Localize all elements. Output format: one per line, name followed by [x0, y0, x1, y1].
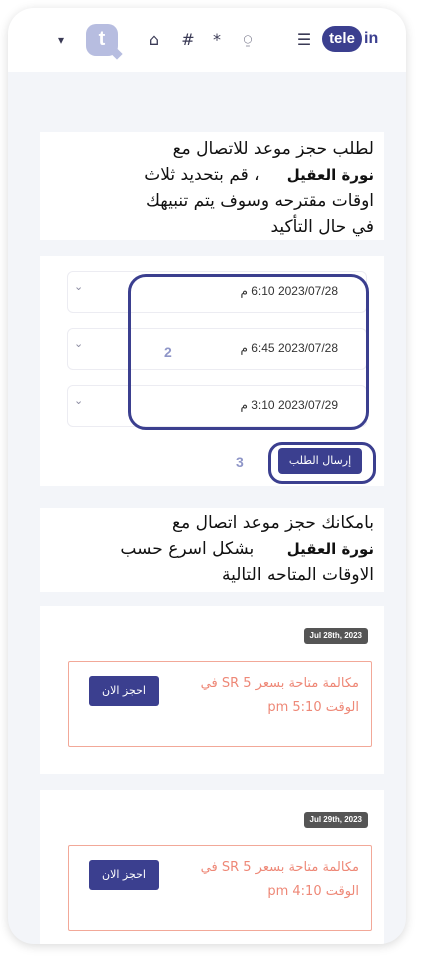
send-request-button[interactable]: إرسال الطلب [278, 448, 362, 474]
slot-price-text: مكالمة متاحة بسعر 5 SR في [200, 860, 359, 875]
menu-icon[interactable]: ☰ [294, 28, 314, 52]
avatar-letter: t [98, 28, 106, 50]
request-line-2-rest: ، قم بتحديد ثلاث [144, 165, 260, 185]
date-badge: Jul 29th, 2023 [303, 812, 368, 828]
request-info-card: لطلب حجز موعد للاتصال مع نورة العقيل ، ق… [40, 132, 384, 240]
chevron-down-icon: ⌄ [74, 337, 84, 350]
available-slot-card-2: Jul 29th, 2023 مكالمة متاحة بسعر 5 SR في… [40, 790, 384, 944]
home-icon[interactable]: ⌂ [144, 28, 164, 52]
annotation-number-2: 2 [164, 344, 172, 360]
logo-tele: tele [322, 26, 362, 52]
asterisk-icon[interactable]: * [207, 28, 227, 52]
chevron-down-icon: ⌄ [74, 394, 84, 407]
request-line-2: نورة العقيل ، قم بتحديد ثلاث [50, 162, 374, 188]
fast-line-2-rest: بشكل اسرع حسب [120, 539, 255, 559]
fast-line-3: الاوقات المتاحه التالية [221, 565, 374, 585]
logo-in: in [364, 30, 379, 47]
fast-booking-text: بامكانك حجز موعد اتصال مع نورة العقيل بش… [40, 508, 384, 588]
annotation-number-3: 3 [236, 454, 244, 470]
book-now-button[interactable]: احجز الان [89, 676, 159, 706]
hash-icon[interactable]: # [178, 28, 198, 52]
slot-time-text: الوقت 4:10 pm [267, 884, 359, 899]
available-slot-1: مكالمة متاحة بسعر 5 SR في الوقت 5:10 pm … [68, 661, 372, 747]
slot-time-text: الوقت 5:10 pm [267, 700, 359, 715]
request-line-3: اوقات مقترحه وسوف يتم تنبيهك [145, 191, 374, 211]
tele-in-logo[interactable]: tele in [322, 26, 386, 52]
request-line-1: لطلب حجز موعد للاتصال مع [172, 139, 374, 159]
available-slot-card-1: Jul 28th, 2023 مكالمة متاحة بسعر 5 SR في… [40, 606, 384, 774]
request-text: لطلب حجز موعد للاتصال مع نورة العقيل ، ق… [40, 132, 384, 240]
request-line-4: في حال التأكيد [270, 217, 374, 237]
slot-price-text: مكالمة متاحة بسعر 5 SR في [200, 676, 359, 691]
person-name: نورة العقيل [286, 166, 374, 184]
date-badge: Jul 28th, 2023 [303, 628, 368, 644]
top-bar: ▾ t ⌂ # * ⍜ ☰ tele in [8, 8, 406, 72]
chevron-down-icon: ⌄ [74, 280, 84, 293]
fast-line-1: بامكانك حجز موعد اتصال مع [172, 513, 374, 533]
main-content: لطلب حجز موعد للاتصال مع نورة العقيل ، ق… [40, 72, 384, 944]
phone-frame: ▾ t ⌂ # * ⍜ ☰ tele in لطلب حجز موعد للات… [8, 8, 406, 944]
caret-down-icon[interactable]: ▾ [54, 28, 68, 52]
available-slot-2: مكالمة متاحة بسعر 5 SR في الوقت 4:10 pm … [68, 845, 372, 931]
fast-line-2: نورة العقيل بشكل اسرع حسب [50, 536, 374, 562]
book-now-button[interactable]: احجز الان [89, 860, 159, 890]
bell-icon[interactable]: ⍜ [238, 28, 258, 52]
avatar[interactable]: t [86, 24, 118, 56]
fast-booking-card: بامكانك حجز موعد اتصال مع نورة العقيل بش… [40, 508, 384, 592]
person-name: نورة العقيل [286, 540, 374, 558]
